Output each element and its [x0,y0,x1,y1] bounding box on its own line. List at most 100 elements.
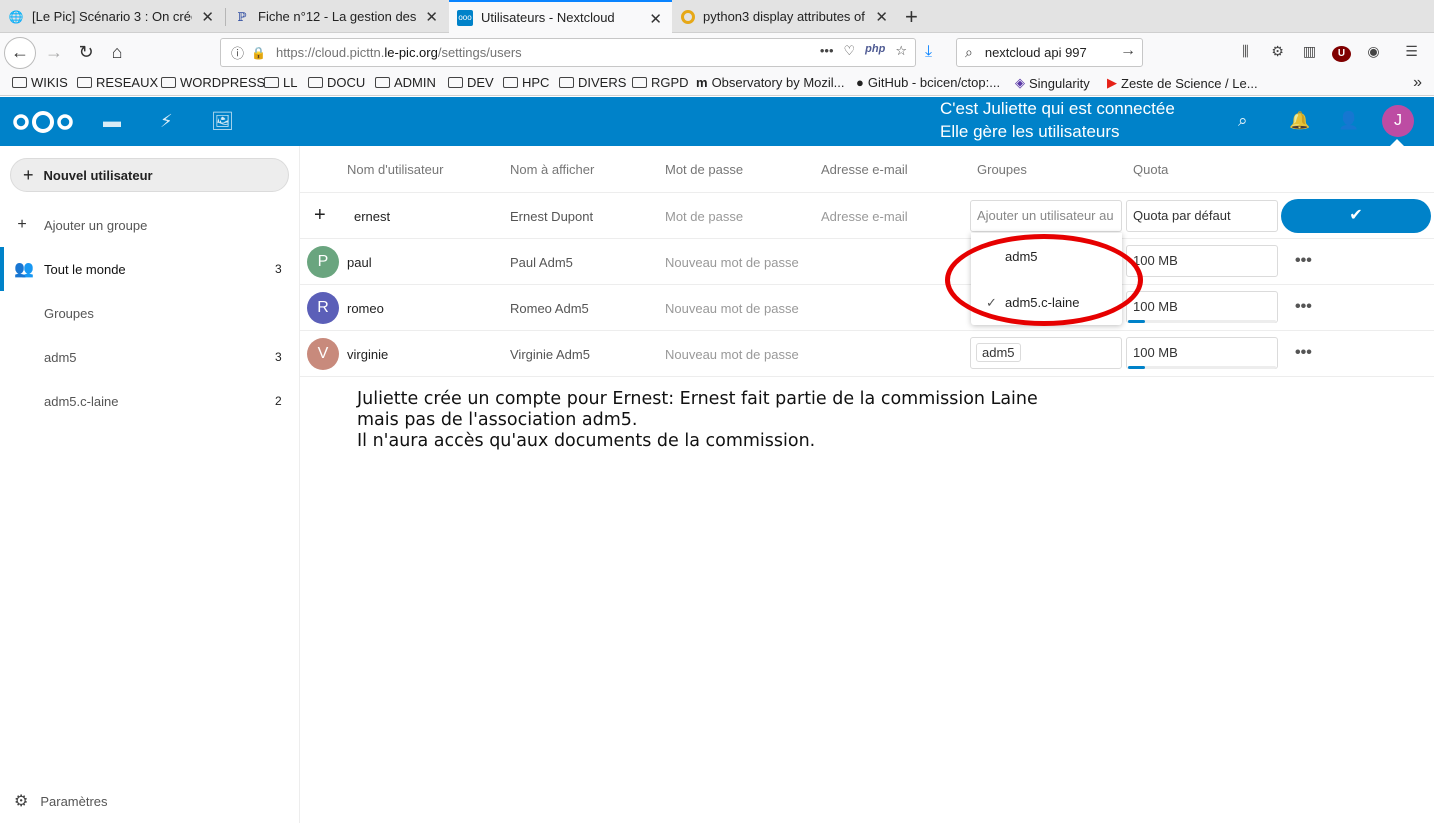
quota-select[interactable]: 100 MB [1126,337,1278,369]
user-avatar[interactable]: J [1382,105,1414,137]
tab-title: Fiche n°12 - La gestion des im [258,9,420,24]
folder-icon [308,77,323,88]
nextcloud-logo-icon[interactable] [12,110,74,137]
notifications-icon[interactable]: 🔔 [1289,111,1310,131]
new-email-field[interactable]: Adresse e-mail [821,209,908,224]
folder-icon [632,77,647,88]
search-icon: ⌕ [965,44,973,60]
bookmark-docu[interactable]: DOCU [308,75,365,90]
new-username-field[interactable]: ernest [354,209,390,224]
ublock-icon[interactable]: U [1332,43,1351,62]
php-icon[interactable]: php [865,43,885,59]
bookmark-ll[interactable]: LL [264,75,297,90]
plus-icon: + [314,204,326,226]
confirm-new-user-button[interactable]: ✔ [1281,199,1431,233]
bookmark-singularity[interactable]: ◈ Singularity [1015,75,1090,91]
close-icon[interactable]: ✕ [201,8,214,26]
mozilla-icon: m [696,75,708,90]
more-actions-icon[interactable]: ••• [1295,252,1312,270]
new-tab-icon[interactable]: + [905,4,918,30]
display-name[interactable]: Virginie Adm5 [510,347,590,362]
quota-usage-bar [1128,320,1145,323]
groups-dropdown: adm5 ✓ adm5.c-laine [971,233,1122,325]
password-field[interactable]: Nouveau mot de passe [665,301,799,316]
folder-icon [503,77,518,88]
chevron-right-icon[interactable]: » [1413,74,1422,92]
group-option-adm5[interactable]: adm5 [971,249,1122,273]
bookmark-hpc[interactable]: HPC [503,75,549,90]
group-option-adm5-c-laine[interactable]: ✓ adm5.c-laine [971,295,1122,319]
password-field[interactable]: Nouveau mot de passe [665,347,799,362]
reload-icon[interactable]: ↻ [74,41,98,65]
pic-icon: ℙ [237,9,247,24]
group-tag: adm5 [976,343,1021,362]
lock-icon: 🔒 [251,45,266,60]
sidebar-item-adm5[interactable]: adm5 3 [0,335,299,379]
bookmark-observatory[interactable]: m Observatory by Mozil... [696,75,845,90]
tab-le-pic-scenario[interactable]: 🌐 [Le Pic] Scénario 3 : On crée u ✕ [0,0,224,33]
bookmark-reseaux[interactable]: RESEAUX [77,75,158,90]
password-field[interactable]: Nouveau mot de passe [665,255,799,270]
search-value[interactable]: nextcloud api 997 [985,45,1087,60]
contacts-icon[interactable]: 👤 [1338,111,1359,131]
tab-fiche-12[interactable]: ℙ Fiche n°12 - La gestion des im ✕ [226,0,448,33]
new-display-name-field[interactable]: Ernest Dupont [510,209,593,224]
bookmark-star-icon[interactable]: ☆ [895,43,907,59]
tab-python3-display[interactable]: python3 display attributes of ✕ [673,0,898,33]
bookmark-github[interactable]: ● GitHub - bcicen/ctop:... [856,75,1000,90]
download-icon[interactable]: ⤓ [925,43,932,61]
bookmark-wikis[interactable]: WIKIS [12,75,68,90]
bookmark-dev[interactable]: DEV [448,75,494,90]
home-icon[interactable]: ⌂ [105,41,129,65]
search-icon[interactable]: ⌕ [1238,111,1248,131]
bookmark-divers[interactable]: DIVERS [559,75,626,90]
account-icon[interactable]: ◉ [1364,43,1383,62]
quota-select[interactable]: 100 MB [1126,245,1278,277]
close-icon[interactable]: ✕ [425,8,438,26]
url-text[interactable]: https://cloud.picttn.le-pic.org/settings… [276,45,522,60]
sidebar-item-everyone[interactable]: 👥 Tout le monde 3 [0,247,299,291]
bookmark-wordpress[interactable]: WORDPRESS [161,75,265,90]
more-actions-icon[interactable]: ••• [1295,298,1312,316]
new-groups-select[interactable]: Ajouter un utilisateur au [970,200,1122,232]
files-icon[interactable]: ▬ [103,111,121,132]
more-actions-icon[interactable]: ••• [1295,344,1312,362]
extension-gear-icon[interactable]: ⚙ [1268,43,1287,62]
new-user-button[interactable]: + Nouvel utilisateur [10,158,289,192]
count-badge: 3 [275,262,282,276]
info-icon[interactable]: ⓘ [231,43,244,62]
search-bar[interactable]: ⌕ nextcloud api 997 → [956,38,1143,67]
avatar: R [307,292,339,324]
pocket-icon[interactable]: ♡ [844,43,856,59]
gallery-icon[interactable]: 🖼 [211,111,234,132]
sidebar-item-adm5-c-laine[interactable]: adm5.c-laine 2 [0,379,299,423]
new-password-field[interactable]: Mot de passe [665,209,743,224]
forward-arrow-icon[interactable]: → [42,41,66,65]
bookmark-admin[interactable]: ADMIN [375,75,436,90]
url-bar[interactable]: ⓘ 🔒 https://cloud.picttn.le-pic.org/sett… [220,38,916,67]
sidebar-caption-groups: Groupes [44,305,94,321]
add-group-button[interactable]: + Ajouter un groupe [0,203,299,247]
folder-icon [77,77,92,88]
folder-icon [264,77,279,88]
close-icon[interactable]: ✕ [649,10,662,28]
go-arrow-icon[interactable]: → [1120,42,1136,60]
activity-icon[interactable]: ⚡ [160,111,173,132]
settings-button[interactable]: ⚙ Paramètres [14,791,108,811]
tab-utilisateurs-nextcloud[interactable]: ooo Utilisateurs - Nextcloud ✕ [449,0,672,33]
back-arrow-icon[interactable]: ← [4,37,36,69]
menu-icon[interactable]: ☰ [1402,43,1421,62]
new-quota-select[interactable]: Quota par défaut [1126,200,1278,232]
close-icon[interactable]: ✕ [875,8,888,26]
library-icon[interactable]: ⫼ [1236,43,1255,62]
header-username: Nom d'utilisateur [347,162,444,177]
bookmark-zeste[interactable]: ▶ Zeste de Science / Le... [1107,75,1258,91]
display-name[interactable]: Romeo Adm5 [510,301,589,316]
checkmark-icon: ✓ [986,295,997,310]
sidebar-icon[interactable]: ▥ [1300,43,1319,62]
tab-title: [Le Pic] Scénario 3 : On crée u [32,9,192,24]
bookmark-rgpd[interactable]: RGPD [632,75,689,90]
more-icon[interactable]: ••• [820,43,834,59]
display-name[interactable]: Paul Adm5 [510,255,573,270]
quota-select[interactable]: 100 MB [1126,291,1278,323]
